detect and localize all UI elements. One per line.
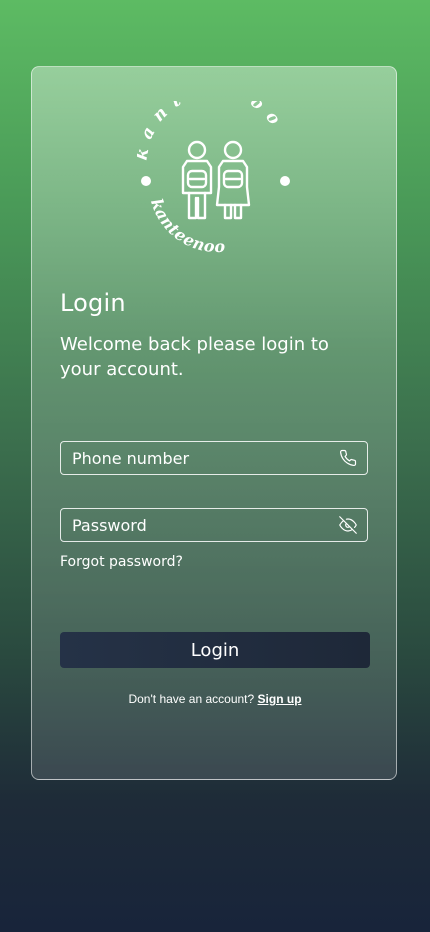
phone-input[interactable]	[72, 448, 339, 468]
login-subtitle: Welcome back please login to your accoun…	[60, 334, 329, 380]
login-title: Login	[60, 289, 126, 317]
signup-prompt: Don't have an account?	[128, 692, 255, 706]
logo-figure-girl	[215, 140, 251, 220]
forgot-password-link[interactable]: Forgot password?	[60, 554, 183, 570]
logo-dot-right	[280, 176, 290, 186]
login-card: kanteenoo kanteenoo Login Welcome back p…	[31, 66, 397, 780]
logo-dot-left	[141, 176, 151, 186]
phone-icon	[339, 449, 357, 467]
logo-arc-text-bottom: kanteenoo	[147, 196, 225, 256]
eye-off-icon[interactable]	[339, 516, 357, 534]
signup-row: Don't have an account? Sign up	[32, 692, 398, 706]
phone-field[interactable]	[60, 441, 368, 475]
svg-text:kanteenoo: kanteenoo	[137, 101, 289, 162]
kanteenoo-logo: kanteenoo kanteenoo	[137, 101, 290, 256]
login-button[interactable]: Login	[60, 632, 370, 668]
password-input[interactable]	[72, 515, 339, 535]
signup-link[interactable]: Sign up	[258, 692, 302, 706]
svg-text:kanteenoo: kanteenoo	[147, 196, 226, 256]
password-field[interactable]	[60, 508, 368, 542]
logo-arc-text-top: kanteenoo	[137, 101, 280, 162]
logo-figure-boy	[181, 140, 213, 220]
